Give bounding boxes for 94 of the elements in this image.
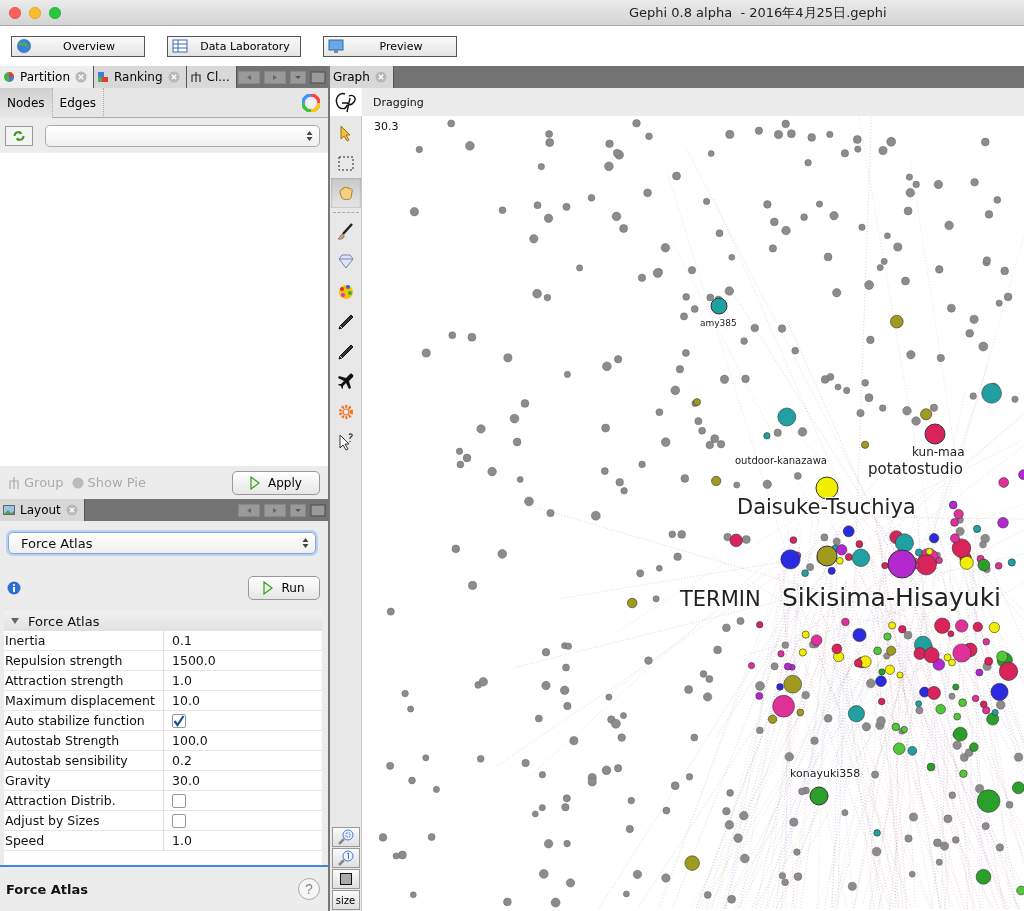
scroll-left-icon[interactable] xyxy=(238,503,260,517)
node-label: Sikisima-Hisayuki xyxy=(782,583,1002,612)
play-icon xyxy=(250,475,261,490)
pie-icon xyxy=(3,71,15,83)
maximize-window-icon[interactable] xyxy=(310,503,326,517)
property-name: Auto stabilize function xyxy=(4,711,164,731)
dropdown-icon[interactable] xyxy=(290,70,306,84)
panel-tab[interactable]: Partition xyxy=(0,66,94,88)
globe-icon xyxy=(16,38,32,54)
refresh-icon xyxy=(12,128,26,143)
zoom-reading: 30.3 xyxy=(374,120,399,133)
dropdown-icon[interactable] xyxy=(290,503,306,517)
pencil-icon xyxy=(335,342,356,362)
table-icon xyxy=(172,38,188,54)
play-icon xyxy=(263,581,274,595)
property-value[interactable]: 100.0 xyxy=(164,731,322,751)
workspace-button[interactable]: Preview xyxy=(323,35,457,57)
scroll-right-icon[interactable] xyxy=(264,70,286,84)
property-value[interactable]: 1.0 xyxy=(164,831,322,851)
refresh-button[interactable] xyxy=(5,125,33,146)
panel-tab[interactable]: Cl... xyxy=(186,66,237,88)
minimize-icon[interactable] xyxy=(29,6,41,19)
layout-dropdown[interactable]: Force Atlas xyxy=(8,532,316,554)
panel-tab[interactable]: Layout xyxy=(0,499,85,521)
stepper-icon xyxy=(302,537,309,549)
node-label: outdoor-kanazawa xyxy=(735,455,827,466)
property-value[interactable]: 30.0 xyxy=(164,771,322,791)
node-label: Daisuke-Tsuchiya xyxy=(737,495,916,519)
property-value[interactable]: 1.0 xyxy=(164,671,322,691)
checkbox[interactable] xyxy=(172,794,186,808)
brush-icon xyxy=(335,222,356,242)
property-name: Maximum displacement xyxy=(4,691,164,711)
property-name: Repulsion strength xyxy=(4,651,164,671)
description-title: Force Atlas xyxy=(6,881,88,897)
property-name: Gravity xyxy=(4,771,164,791)
info-icon[interactable] xyxy=(7,581,21,595)
blocks-icon xyxy=(97,71,109,83)
property-name: Attraction strength xyxy=(4,671,164,691)
subtab[interactable]: Edges xyxy=(52,87,105,118)
checkbox[interactable] xyxy=(172,814,186,828)
pencil-icon xyxy=(335,312,356,332)
property-value[interactable]: 10.0 xyxy=(164,691,322,711)
subtab[interactable]: Nodes xyxy=(0,87,53,118)
airplane-icon xyxy=(335,372,356,392)
property-name: Autostab Strength xyxy=(4,731,164,751)
node-label: amy385 xyxy=(700,318,737,328)
workspace-button[interactable]: Data Laboratory xyxy=(167,35,301,57)
hierarchy-icon xyxy=(189,71,202,83)
layout-icon xyxy=(3,504,15,516)
pie-icon xyxy=(71,475,84,490)
property-name: Speed xyxy=(4,831,164,851)
close-icon[interactable] xyxy=(65,504,78,516)
maximize-window-icon[interactable] xyxy=(310,70,326,84)
checkbox[interactable] xyxy=(172,714,186,728)
color-wheel-icon[interactable] xyxy=(302,93,320,112)
property-value[interactable]: 0.2 xyxy=(164,751,322,771)
node-label: TERMIN xyxy=(680,587,761,611)
checkmark-icon xyxy=(173,715,185,727)
section-header[interactable]: Force Atlas xyxy=(4,611,322,631)
property-name: Inertia xyxy=(4,631,164,651)
maximize-icon[interactable] xyxy=(49,6,61,19)
panel-tab[interactable]: Graph xyxy=(330,66,394,88)
workspace-button[interactable]: Overview xyxy=(11,35,145,57)
square-icon xyxy=(339,873,352,885)
panel-tab[interactable]: Ranking xyxy=(94,66,187,88)
property-value[interactable]: 1500.0 xyxy=(164,651,322,671)
partition-dropdown[interactable] xyxy=(45,124,320,147)
property-name: Attraction Distrib. xyxy=(4,791,164,811)
node-label: potatostudio xyxy=(868,460,963,478)
property-name: Adjust by Sizes xyxy=(4,811,164,831)
window-title: Gephi 0.8 alpha - 2016年4月25日.gephi xyxy=(629,3,887,22)
monitor-icon xyxy=(328,38,344,54)
magnifier-icon xyxy=(336,850,355,866)
magnifier-icon xyxy=(336,829,355,845)
node-label: konayuki358 xyxy=(790,767,861,780)
scroll-right-icon[interactable] xyxy=(264,503,286,517)
node-label: kun-maa xyxy=(912,445,965,459)
stepper-icon xyxy=(306,129,313,142)
scroll-left-icon[interactable] xyxy=(238,70,260,84)
close-icon[interactable] xyxy=(75,71,87,83)
size-button[interactable]: size xyxy=(331,890,360,910)
run-button[interactable]: Run xyxy=(248,576,320,600)
mode-label: Dragging xyxy=(373,95,424,109)
hierarchy-icon xyxy=(8,475,20,490)
close-icon[interactable] xyxy=(9,6,21,19)
property-name: Autostab sensibility xyxy=(4,751,164,771)
background-color-button[interactable] xyxy=(331,869,360,889)
property-value[interactable]: 0.1 xyxy=(164,631,322,651)
gephi-logo-icon xyxy=(333,90,359,114)
apply-button[interactable]: Apply xyxy=(232,470,320,495)
close-icon[interactable] xyxy=(374,71,387,83)
close-icon[interactable] xyxy=(167,71,180,83)
selection-rectangle-icon xyxy=(335,153,356,173)
zoom-fit-button[interactable] xyxy=(331,827,360,847)
